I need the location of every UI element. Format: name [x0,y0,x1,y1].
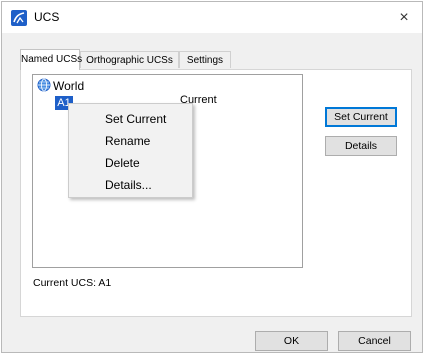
close-button[interactable]: × [386,2,422,33]
context-menu: Set Current Rename Delete Details... [68,103,193,198]
tree-item-world-label: World [53,79,85,93]
tab-orthographic-ucss[interactable]: Orthographic UCSs [80,51,179,68]
app-logo-icon [11,10,27,26]
tab-named-ucss[interactable]: Named UCSs [20,49,82,70]
menu-item-set-current[interactable]: Set Current [105,112,166,126]
ucs-dialog: UCS × Named UCSs Orthographic UCSs Setti… [1,1,423,353]
set-current-button[interactable]: Set Current [325,107,397,127]
tab-settings[interactable]: Settings [179,51,231,68]
menu-item-rename[interactable]: Rename [105,134,150,148]
menu-item-delete[interactable]: Delete [105,156,140,170]
window-title: UCS [34,10,60,24]
globe-icon [37,78,51,92]
cancel-button[interactable]: Cancel [338,331,411,351]
details-button[interactable]: Details [325,136,397,156]
menu-item-details[interactable]: Details... [105,178,152,192]
current-ucs-label: Current UCS: A1 [33,277,112,289]
title-bar: UCS × [2,2,422,33]
ok-button[interactable]: OK [255,331,328,351]
